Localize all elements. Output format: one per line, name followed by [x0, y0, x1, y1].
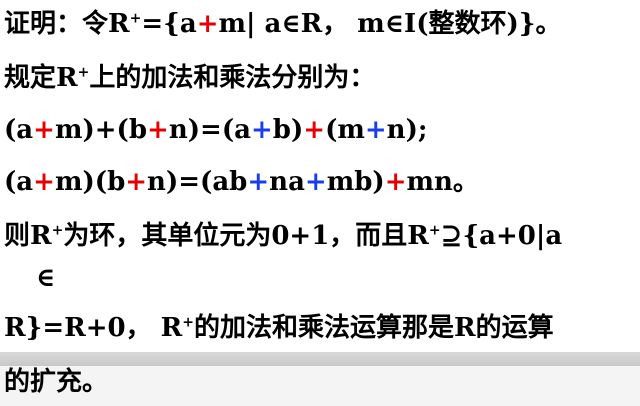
- superscript-plus: +: [428, 222, 441, 239]
- red-plus: +: [196, 9, 219, 39]
- text-segment: 为环，其单位元为0+1，而且R: [63, 221, 429, 251]
- addition-formula: (a+m)+(b+n)=(a+b)+(m+n);: [4, 112, 427, 148]
- red-plus: +: [125, 167, 148, 197]
- final-line: 的扩充。: [4, 367, 109, 397]
- text-segment: mn。: [406, 167, 479, 197]
- text-segment: b): [272, 115, 304, 145]
- text-segment: 规定R: [4, 63, 78, 93]
- text-segment: m| a∈R， m∈I(整数环)}。: [218, 9, 562, 39]
- red-plus: +: [384, 167, 407, 197]
- blue-plus: +: [364, 115, 387, 145]
- text-segment: (a: [4, 115, 34, 145]
- blue-plus: +: [304, 167, 327, 197]
- text-segment: ⊇{a+0|a: [440, 221, 563, 251]
- text-segment: 上的加法和乘法分别为：: [89, 63, 376, 93]
- text-segment: m)(b: [54, 167, 126, 197]
- red-plus: +: [147, 115, 169, 145]
- text-segment: 证明：令R: [4, 9, 130, 39]
- superscript-plus: +: [51, 222, 64, 239]
- slide: 证明：令R+={a+m| a∈R， m∈I(整数环)}。 规定R+上的加法和乘法…: [0, 0, 640, 406]
- text-segment: 则R: [4, 221, 52, 251]
- text-segment: (m: [325, 115, 365, 145]
- extension-line: R}=R+0， R+的加法和乘法运算那是R的运算: [4, 310, 554, 346]
- multiplication-formula: (a+m)(b+n)=(ab+na+mb)+mn。: [4, 164, 479, 200]
- blue-plus: +: [247, 167, 270, 197]
- red-plus: +: [303, 115, 326, 145]
- text-segment: ={a: [141, 9, 197, 39]
- text-segment: (a: [4, 167, 34, 197]
- superscript-plus: +: [77, 64, 90, 81]
- text-segment: 的加法和乘法运算那是R的运算: [194, 313, 554, 343]
- blue-plus: +: [250, 115, 273, 145]
- text-segment: na: [269, 167, 305, 197]
- text-segment: n);: [386, 115, 428, 145]
- text-segment: n)=(ab: [147, 167, 248, 197]
- definition-line: 规定R+上的加法和乘法分别为：: [4, 60, 375, 96]
- proof-intro-line: 证明：令R+={a+m| a∈R， m∈I(整数环)}。: [4, 6, 562, 42]
- superscript-plus: +: [182, 314, 194, 331]
- text-segment: n)=(a: [168, 115, 251, 145]
- element-of-symbol: ∈: [36, 263, 56, 293]
- red-plus: +: [33, 115, 55, 145]
- superscript-plus: +: [129, 10, 142, 27]
- text-segment: m)+(b: [54, 115, 148, 145]
- ring-conclusion-line: 则R+为环，其单位元为0+1，而且R+⊇{a+0|a: [4, 218, 562, 254]
- red-plus: +: [33, 167, 55, 197]
- text-segment: R}=R+0， R: [4, 313, 183, 343]
- text-segment: mb): [326, 167, 385, 197]
